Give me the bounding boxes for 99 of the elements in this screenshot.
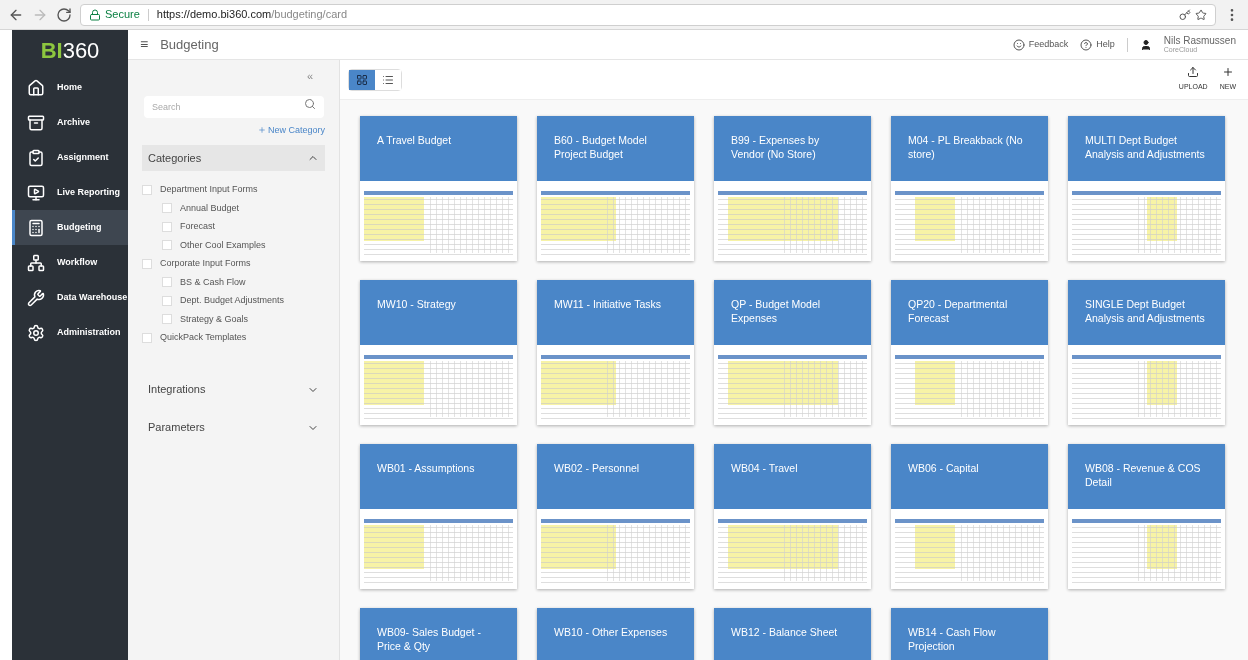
template-card[interactable]: WB02 - Personnel: [537, 444, 694, 589]
template-card[interactable]: WB06 - Capital: [891, 444, 1048, 589]
star-icon[interactable]: [1195, 8, 1207, 21]
template-card[interactable]: WB10 - Other Expenses: [537, 608, 694, 660]
card-title: B99 - Expenses by Vendor (No Store): [731, 133, 821, 161]
template-card[interactable]: WB04 - Travel: [714, 444, 871, 589]
house-icon: [27, 78, 45, 97]
card-title: A Travel Budget: [377, 133, 453, 147]
address-bar[interactable]: Secure https://demo.bi360.com/budgeting/card: [80, 3, 1216, 26]
template-card[interactable]: WB01 - Assumptions: [360, 444, 517, 589]
template-card[interactable]: MW10 - Strategy: [360, 280, 517, 425]
section-header[interactable]: Categories: [142, 145, 325, 171]
section-header[interactable]: Parameters: [142, 414, 325, 441]
nav-item[interactable]: Data Warehouse: [12, 280, 128, 315]
checkbox[interactable]: [142, 258, 152, 269]
lock-icon: [89, 8, 101, 21]
section-header[interactable]: Integrations: [142, 376, 325, 403]
template-card[interactable]: WB14 - Cash Flow Projection: [891, 608, 1048, 660]
card-title: MW10 - Strategy: [377, 297, 457, 311]
wrench-icon: [27, 288, 45, 307]
upload-icon[interactable]: [1187, 66, 1200, 79]
checkbox[interactable]: [162, 277, 172, 288]
hamburger-menu[interactable]: ≡: [140, 34, 149, 55]
nav-item[interactable]: Budgeting: [12, 210, 128, 245]
checkbox[interactable]: [162, 221, 172, 232]
nav-item[interactable]: Administration: [12, 315, 128, 350]
category-label: QuickPack Templates: [160, 331, 247, 344]
card-title: QP20 - Departmental Forecast: [908, 297, 1009, 325]
plus-icon[interactable]: [1221, 66, 1234, 79]
feedback-link[interactable]: Feedback: [1028, 37, 1069, 52]
card-title: WB12 - Balance Sheet: [731, 625, 839, 639]
card-title: WB09- Sales Budget - Price & Qty: [377, 625, 482, 653]
reload-icon[interactable]: [56, 6, 72, 23]
card-title: B60 - Budget Model Project Budget: [554, 133, 648, 161]
category-label: Other Cool Examples: [180, 238, 266, 252]
card-title: MULTI Dept Budget Analysis and Adjustments: [1085, 133, 1206, 161]
collapse-button[interactable]: «: [306, 68, 313, 85]
help-icon[interactable]: [1080, 38, 1093, 51]
help-link[interactable]: Help: [1096, 37, 1115, 52]
card-title: M04 - PL Breakback (No store): [908, 133, 1024, 161]
template-card[interactable]: WB09- Sales Budget - Price & Qty: [360, 608, 517, 660]
template-card[interactable]: SINGLE Dept Budget Analysis and Adjustments: [1068, 280, 1225, 425]
search-icon: [304, 97, 316, 110]
template-card[interactable]: WB08 - Revenue & COS Detail: [1068, 444, 1225, 589]
nav-item[interactable]: Home: [12, 70, 128, 105]
settings-icon: [27, 323, 45, 342]
calculator-icon: [27, 218, 45, 237]
card-title: WB06 - Capital: [908, 461, 980, 475]
template-card[interactable]: QP - Budget Model Expenses: [714, 280, 871, 425]
url-text: https://demo.bi360.com/budgeting/card: [156, 7, 348, 23]
page-title: Budgeting: [160, 35, 219, 54]
card-title: WB08 - Revenue & COS Detail: [1085, 461, 1202, 489]
template-card[interactable]: WB12 - Balance Sheet: [714, 608, 871, 660]
nav-item[interactable]: Assignment: [12, 140, 128, 175]
card-title: WB02 - Personnel: [554, 461, 641, 475]
nav-item[interactable]: Live Reporting: [12, 175, 128, 210]
checkbox[interactable]: [162, 295, 172, 306]
clipboard-icon: [27, 148, 45, 167]
grid-icon: [356, 73, 368, 86]
user-name[interactable]: Nils Rasmussen: [1163, 36, 1236, 46]
checkbox[interactable]: [142, 184, 152, 195]
template-card[interactable]: B99 - Expenses by Vendor (No Store): [714, 116, 871, 261]
grid-view-button[interactable]: [349, 69, 375, 90]
checkbox[interactable]: [162, 240, 172, 251]
category-label: Department Input Forms: [160, 183, 258, 196]
flow-icon: [27, 253, 45, 272]
nav-item[interactable]: Workflow: [12, 245, 128, 280]
card-title: WB04 - Travel: [731, 461, 799, 475]
card-title: WB01 - Assumptions: [377, 461, 476, 475]
new-category-link[interactable]: New Category: [267, 123, 325, 137]
search-field[interactable]: Search: [144, 95, 324, 118]
category-label: BS & Cash Flow: [180, 275, 246, 289]
card-title: SINGLE Dept Budget Analysis and Adjustments: [1085, 297, 1206, 325]
key-icon[interactable]: [1179, 8, 1191, 21]
template-card[interactable]: MW11 - Initiative Tasks: [537, 280, 694, 425]
screen-icon: [27, 183, 45, 202]
category-label: Strategy & Goals: [180, 312, 249, 326]
category-label: Dept. Budget Adjustments: [180, 294, 285, 307]
user-icon: [1139, 38, 1152, 51]
logo: BI360: [39, 36, 101, 65]
card-title: WB14 - Cash Flow Projection: [908, 625, 997, 653]
category-label: Annual Budget: [180, 201, 240, 215]
card-title: QP - Budget Model Expenses: [731, 297, 822, 325]
template-card[interactable]: M04 - PL Breakback (No store): [891, 116, 1048, 261]
category-label: Corporate Input Forms: [160, 257, 251, 270]
card-title: WB10 - Other Expenses: [554, 625, 669, 639]
template-card[interactable]: A Travel Budget: [360, 116, 517, 261]
card-title: MW11 - Initiative Tasks: [554, 297, 662, 311]
template-card[interactable]: B60 - Budget Model Project Budget: [537, 116, 694, 261]
checkbox[interactable]: [162, 314, 172, 325]
template-card[interactable]: MULTI Dept Budget Analysis and Adjustments: [1068, 116, 1225, 261]
smiley-icon[interactable]: [1012, 38, 1025, 51]
template-card[interactable]: QP20 - Departmental Forecast: [891, 280, 1048, 425]
list-icon: [382, 73, 394, 86]
secure-label: Secure: [105, 7, 140, 23]
category-label: Forecast: [180, 220, 215, 233]
nav-item[interactable]: Archive: [12, 105, 128, 140]
checkbox[interactable]: [162, 203, 172, 214]
checkbox[interactable]: [142, 332, 152, 343]
